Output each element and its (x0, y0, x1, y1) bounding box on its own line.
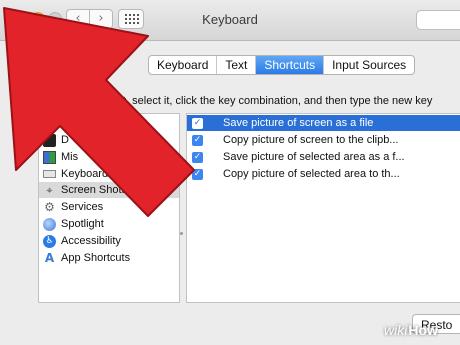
wikihow-watermark: wikiHow (384, 322, 438, 338)
watermark-prefix: wiki (384, 322, 408, 338)
red-arrow-overlay (3, 7, 195, 217)
arrow-annotation-icon (3, 7, 195, 217)
watermark-suffix: How (408, 322, 438, 338)
